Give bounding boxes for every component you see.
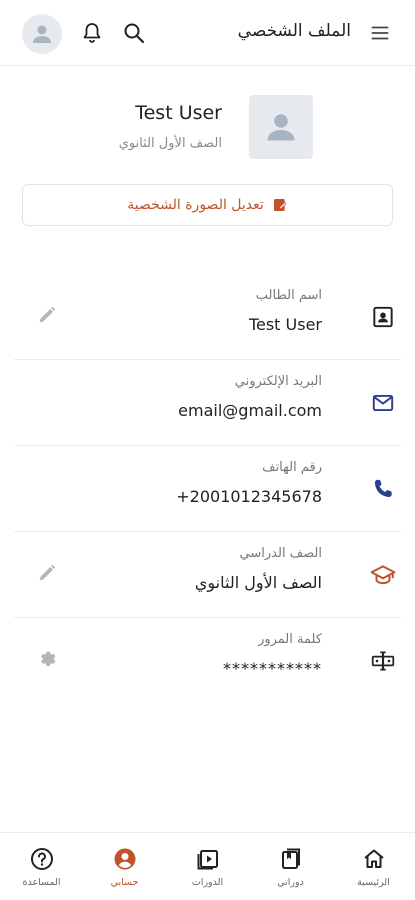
- field-label: اسم الطالب: [255, 288, 322, 303]
- home-icon: [363, 849, 384, 868]
- field-row-student-name: اسم الطالب Test User: [14, 274, 401, 360]
- my-courses-icon: [281, 848, 300, 869]
- nav-label-home: الرئيسية: [357, 877, 390, 888]
- field-value: Test User: [248, 315, 322, 334]
- nav-item-courses[interactable]: الدورات: [166, 833, 249, 900]
- edit-icon[interactable]: [36, 562, 58, 584]
- graduation-cap-icon: [370, 565, 396, 585]
- field-row-password: كلمة المرور ***********: [14, 618, 401, 704]
- field-label: الصف الدراسي: [239, 546, 322, 561]
- bottom-navigation: الرئيسية دوراتي الدورات حسابي المساعدة: [0, 832, 415, 900]
- field-value: email@gmail.com: [178, 401, 322, 420]
- app-header: الملف الشخصي: [0, 0, 415, 66]
- nav-item-help[interactable]: المساعدة: [0, 833, 83, 900]
- phone-icon: [374, 479, 392, 498]
- field-row-phone: رقم الهاتف +2001012345678: [14, 446, 401, 532]
- page-title: الملف الشخصي: [237, 21, 351, 41]
- field-label: البريد الإلكتروني: [234, 374, 322, 389]
- nav-label-courses: الدورات: [191, 877, 224, 888]
- nav-label-account: حسابي: [110, 877, 139, 888]
- search-icon[interactable]: [122, 21, 146, 45]
- profile-name: Test User: [135, 102, 222, 124]
- bell-icon[interactable]: [80, 21, 104, 45]
- help-icon: [30, 848, 53, 870]
- nav-label-my-courses: دوراتي: [277, 877, 304, 888]
- profile-photo[interactable]: [249, 95, 313, 159]
- field-value: +2001012345678: [176, 487, 322, 506]
- gear-icon[interactable]: [36, 648, 58, 670]
- avatar-icon: [33, 25, 51, 43]
- password-icon: [371, 651, 395, 671]
- edit-photo-button[interactable]: تعديل الصورة الشخصية: [22, 184, 393, 226]
- courses-play-icon: [197, 850, 218, 870]
- nav-item-account[interactable]: حسابي: [83, 833, 166, 900]
- field-label: كلمة المرور: [258, 632, 322, 647]
- header-avatar[interactable]: [22, 14, 62, 54]
- field-row-email: البريد الإلكتروني email@gmail.com: [14, 360, 401, 446]
- profile-grade: الصف الأول الثانوي: [118, 136, 222, 151]
- id-card-icon: [373, 306, 393, 328]
- account-icon: [114, 848, 135, 870]
- profile-screen: الملف الشخصي Test User الصف الأول الثانو…: [0, 0, 415, 900]
- field-label: رقم الهاتف: [262, 460, 322, 475]
- nav-label-help: المساعدة: [22, 877, 61, 888]
- field-value: الصف الأول الثانوي: [194, 573, 322, 592]
- mail-icon: [372, 394, 394, 412]
- user-placeholder-icon: [267, 114, 295, 141]
- nav-item-home[interactable]: الرئيسية: [332, 833, 415, 900]
- edit-photo-label: تعديل الصورة الشخصية: [127, 197, 264, 213]
- nav-item-my-courses[interactable]: دوراتي: [249, 833, 332, 900]
- edit-note-icon: [273, 199, 287, 211]
- field-row-grade: الصف الدراسي الصف الأول الثانوي: [14, 532, 401, 618]
- field-value: ***********: [223, 659, 322, 678]
- edit-icon[interactable]: [36, 304, 58, 326]
- menu-icon[interactable]: [369, 22, 391, 44]
